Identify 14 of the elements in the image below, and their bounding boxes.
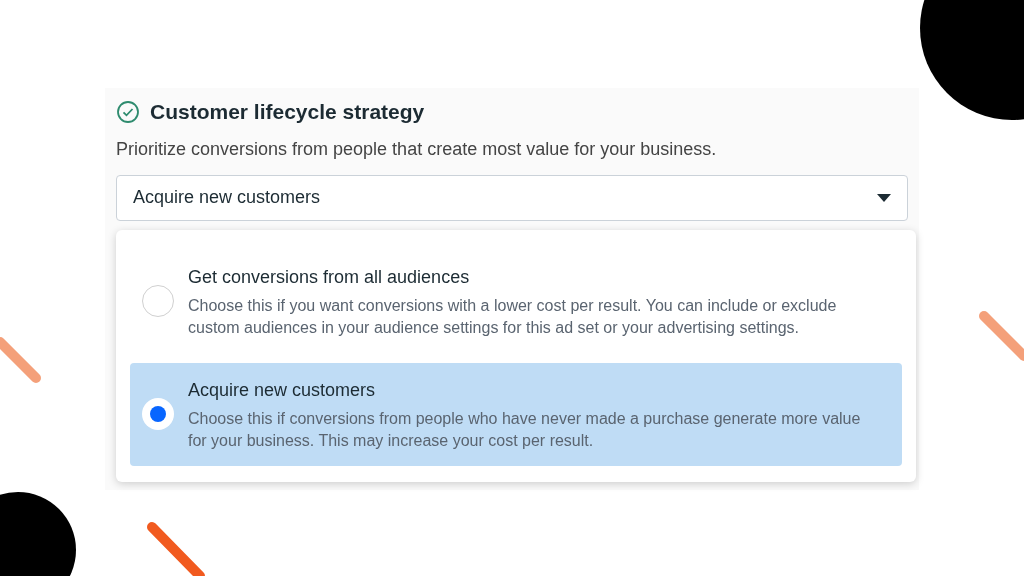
radio-button[interactable] <box>142 285 174 317</box>
decorative-stroke <box>147 522 205 576</box>
option-description: Choose this if conversions from people who have never made a purchase generate more value for your business. This may increase your cost per result. <box>188 408 862 451</box>
section-description: Prioritize conversions from people that create most value for your business. <box>116 137 718 161</box>
section-title: Customer lifecycle strategy <box>150 99 425 125</box>
dropdown-select[interactable]: Acquire new customers <box>116 174 908 221</box>
option-title: Get conversions from all audiences <box>188 265 471 289</box>
option-description: Choose this if you want conversions with a lower cost per result. You can include or exclude custom audiences in your audience settings for this ad set or your advertising settings. <box>188 295 838 338</box>
radio-option[interactable]: Acquire new customers Choose this if conversions from people who have never made a purchase generate more value for your business. This may increase your cost per result. <box>130 362 902 466</box>
caret-down-icon <box>877 193 891 202</box>
decorative-stroke <box>979 311 1024 361</box>
radio-button[interactable] <box>142 398 174 430</box>
option-title: Acquire new customers <box>188 378 377 402</box>
decorative-stroke <box>0 337 41 383</box>
